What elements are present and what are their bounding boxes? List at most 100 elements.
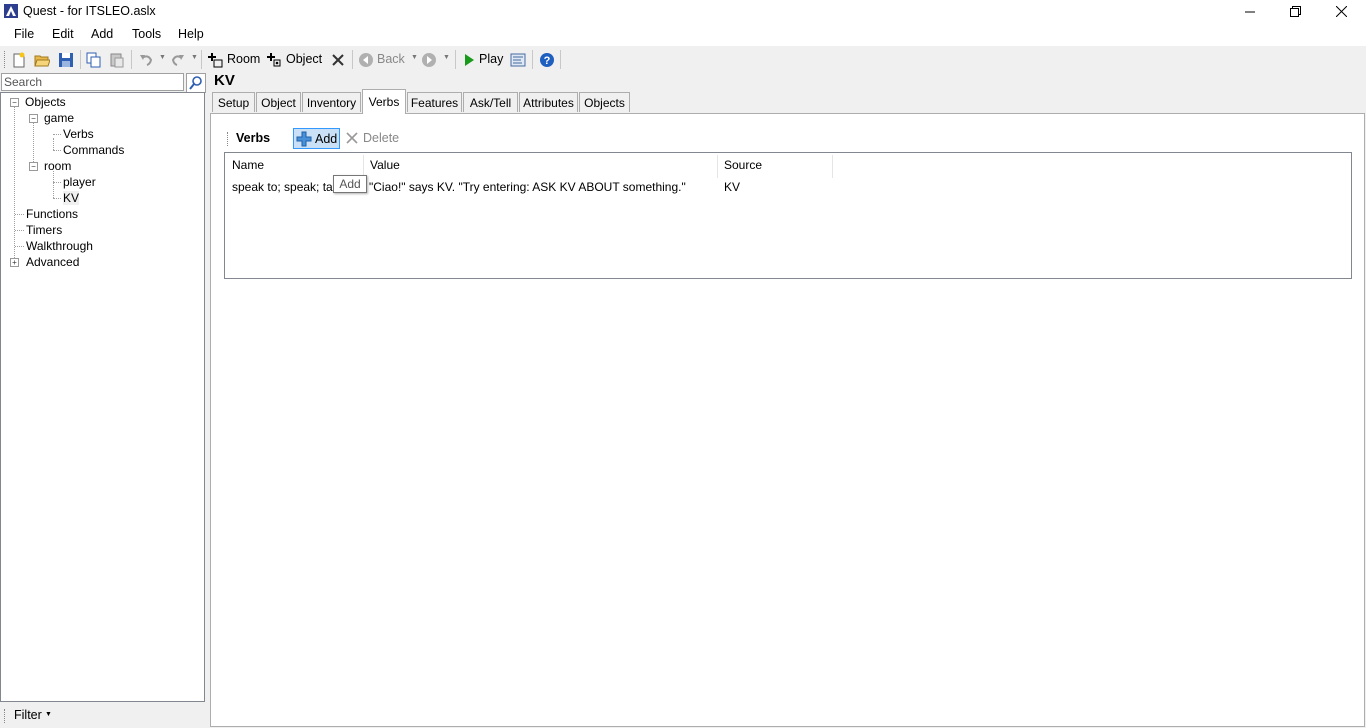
tab-object[interactable]: Object: [256, 92, 301, 112]
verbs-toolbar-grip: [227, 132, 231, 146]
restore-button[interactable]: [1272, 0, 1318, 23]
tree-item-verbs[interactable]: Verbs: [63, 127, 94, 141]
delete-icon[interactable]: [330, 52, 346, 68]
tree-item-walkthrough[interactable]: Walkthrough: [26, 239, 93, 253]
tab-objects[interactable]: Objects: [579, 92, 630, 112]
save-icon[interactable]: [58, 52, 74, 68]
expand-icon[interactable]: +: [10, 258, 19, 267]
search-input[interactable]: [1, 73, 184, 91]
restore-icon: [1289, 6, 1301, 17]
add-verb-button[interactable]: Add: [293, 128, 340, 149]
tree-item-functions[interactable]: Functions: [26, 207, 78, 221]
tree-line: [53, 198, 61, 199]
add-object-label: Object: [286, 52, 323, 66]
tree-item-player[interactable]: player: [63, 175, 96, 189]
column-header-source[interactable]: Source: [724, 158, 762, 172]
add-object-button[interactable]: Object: [266, 51, 324, 69]
minimize-button[interactable]: [1227, 0, 1273, 23]
page-title: KV: [214, 72, 235, 89]
toolbar-separator: [532, 50, 533, 69]
toolbar-grip: [4, 51, 8, 68]
toolbar-separator: [455, 50, 456, 69]
redo-icon[interactable]: [170, 52, 186, 68]
minimize-icon: [1245, 11, 1255, 12]
column-header-value[interactable]: Value: [370, 158, 400, 172]
tree-item-room[interactable]: room: [44, 159, 71, 173]
toolbar-separator: [80, 50, 81, 69]
filter-label: Filter: [14, 708, 42, 722]
column-divider[interactable]: [832, 155, 833, 178]
toolbar-separator: [201, 50, 202, 69]
window-title: Quest - for ITSLEO.aslx: [23, 4, 156, 18]
tree-line: [53, 134, 61, 135]
back-dropdown-icon[interactable]: ▼: [411, 54, 418, 61]
chevron-down-icon: ▼: [45, 711, 52, 718]
add-verb-label: Add: [315, 132, 338, 146]
menu-bar: [0, 23, 1366, 46]
close-icon: [1335, 6, 1347, 17]
tree-line: [14, 107, 15, 262]
menu-add[interactable]: Add: [91, 27, 113, 41]
tree-line: [53, 182, 61, 183]
toolbar: [0, 46, 1366, 72]
search-button[interactable]: [186, 73, 206, 93]
new-file-icon[interactable]: [11, 52, 27, 68]
play-icon: [465, 54, 474, 66]
filter-dropdown[interactable]: Filter ▼: [14, 708, 54, 724]
back-arrow-icon: [359, 53, 373, 67]
copy-icon[interactable]: [86, 52, 102, 68]
menu-help[interactable]: Help: [178, 27, 204, 41]
forward-dropdown-icon[interactable]: ▼: [443, 54, 450, 61]
tab-verbs[interactable]: Verbs: [362, 89, 406, 114]
back-button[interactable]: Back: [358, 51, 408, 69]
app-icon: [4, 4, 18, 18]
help-icon[interactable]: ?: [539, 52, 555, 68]
tab-setup[interactable]: Setup: [212, 92, 255, 112]
open-folder-icon[interactable]: [34, 52, 51, 68]
paste-icon[interactable]: [109, 52, 125, 68]
menu-file[interactable]: File: [14, 27, 34, 41]
tab-features[interactable]: Features: [407, 92, 462, 112]
add-object-icon: [267, 53, 281, 67]
close-window-button[interactable]: [1318, 0, 1364, 23]
forward-arrow-icon[interactable]: [421, 52, 437, 68]
add-room-icon: [208, 53, 223, 68]
tree-item-advanced[interactable]: Advanced: [26, 255, 79, 269]
toolbar-separator: [560, 50, 561, 69]
play-button[interactable]: Play: [462, 51, 504, 69]
delete-verb-button[interactable]: Delete: [345, 128, 401, 149]
add-room-button[interactable]: Room: [207, 51, 261, 69]
tab-attributes[interactable]: Attributes: [519, 92, 578, 112]
tree-item-kv[interactable]: KV: [63, 191, 80, 205]
collapse-icon[interactable]: −: [29, 114, 38, 123]
tree-line: [15, 214, 24, 215]
tree-item-commands[interactable]: Commands: [63, 143, 124, 157]
tree-line: [53, 171, 54, 198]
undo-dropdown-icon[interactable]: ▼: [159, 54, 166, 61]
column-divider[interactable]: [717, 155, 718, 178]
object-tree: [0, 92, 205, 702]
collapse-icon[interactable]: −: [10, 98, 19, 107]
menu-tools[interactable]: Tools: [132, 27, 161, 41]
tree-item-game[interactable]: game: [44, 111, 74, 125]
menu-edit[interactable]: Edit: [52, 27, 74, 41]
collapse-icon[interactable]: −: [29, 162, 38, 171]
toolbar-separator: [352, 50, 353, 69]
column-header-name[interactable]: Name: [232, 158, 264, 172]
tab-inventory[interactable]: Inventory: [302, 92, 361, 112]
add-room-label: Room: [227, 52, 261, 66]
tab-ask-tell[interactable]: Ask/Tell: [463, 92, 518, 112]
title-bar: [0, 0, 1366, 23]
redo-dropdown-icon[interactable]: ▼: [191, 54, 198, 61]
undo-icon[interactable]: [138, 52, 154, 68]
tree-item-objects[interactable]: Objects: [25, 95, 66, 109]
tree-line: [33, 122, 34, 166]
code-view-icon[interactable]: [510, 52, 526, 68]
svg-text:?: ?: [544, 55, 551, 67]
delete-icon: [346, 132, 358, 144]
search-icon: [189, 76, 202, 90]
tree-line: [53, 138, 54, 150]
tree-item-timers[interactable]: Timers: [26, 223, 62, 237]
row-source-cell: KV: [724, 180, 741, 194]
delete-verb-label: Delete: [363, 131, 400, 145]
